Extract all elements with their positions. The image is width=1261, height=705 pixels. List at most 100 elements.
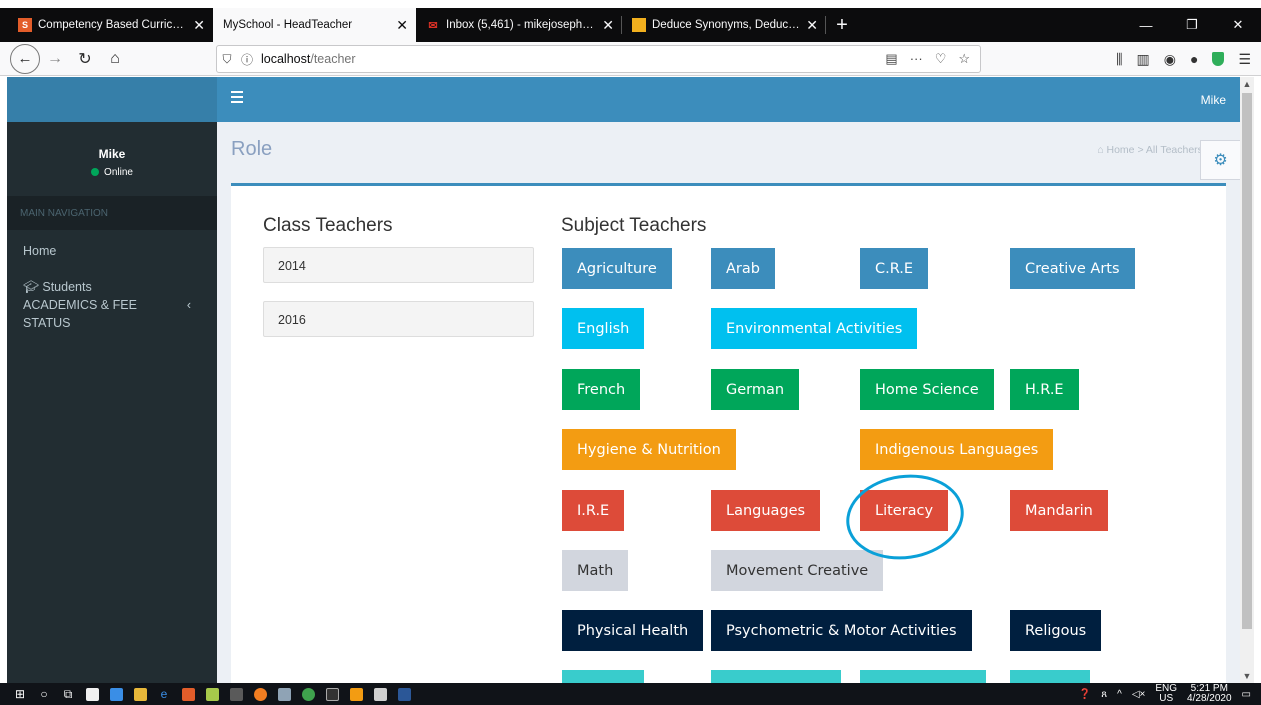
tab-myschool-headteacher[interactable]: MySchool - HeadTeacher ✕ xyxy=(213,8,416,42)
tab-competency-curriculum[interactable]: S Competency Based Curriculum ✕ xyxy=(8,8,213,42)
privacy-shield-icon[interactable] xyxy=(1212,52,1225,66)
explorer-icon[interactable] xyxy=(128,683,152,705)
account-icon[interactable]: ◉ xyxy=(1164,51,1176,68)
subject-button[interactable]: Indigenous Languages xyxy=(860,429,1054,470)
subject-button[interactable]: Languages xyxy=(711,490,821,531)
menu-icon[interactable]: ☰ xyxy=(1238,51,1251,68)
close-tab-icon[interactable]: ✕ xyxy=(806,18,818,32)
close-window-icon[interactable]: ✕ xyxy=(1215,8,1261,42)
url-path: /teacher xyxy=(310,52,356,66)
subject-button-partial[interactable] xyxy=(1010,670,1090,683)
windows-start-icon[interactable]: ⊞ xyxy=(8,683,32,705)
sidebar-toggle-icon[interactable]: ▥ xyxy=(1137,51,1150,68)
class-teachers-title: Class Teachers xyxy=(263,215,393,236)
subject-button[interactable]: C.R.E xyxy=(860,248,929,289)
store-icon[interactable] xyxy=(80,683,104,705)
url-host: localhost xyxy=(261,52,311,66)
close-tab-icon[interactable]: ✕ xyxy=(602,18,614,32)
word-icon[interactable] xyxy=(392,683,416,705)
close-tab-icon[interactable]: ✕ xyxy=(193,18,205,32)
forward-button[interactable]: → xyxy=(40,44,70,74)
back-button[interactable]: ← xyxy=(10,43,40,74)
breadcrumb-home[interactable]: Home xyxy=(1107,144,1135,156)
task-view-icon[interactable]: ⧉ xyxy=(56,683,80,705)
page-actions-icon[interactable]: ··· xyxy=(910,51,923,67)
library-icon[interactable]: ⫼ xyxy=(1116,51,1122,68)
subject-button[interactable]: Creative Arts xyxy=(1010,248,1135,289)
graduation-cap-icon: 🎓︎ xyxy=(23,280,39,294)
tab-gmail-inbox[interactable]: ✉ Inbox (5,461) - mikejosephm52 ✕ xyxy=(416,8,622,42)
bookmark-star-icon[interactable]: ☆ xyxy=(958,51,970,67)
mail-app-icon[interactable] xyxy=(104,683,128,705)
notepad-icon[interactable] xyxy=(368,683,392,705)
class-teacher-item[interactable]: 2016 xyxy=(263,301,534,337)
tab-deduce-synonyms[interactable]: Deduce Synonyms, Deduce An ✕ xyxy=(622,8,826,42)
pocket-icon[interactable]: ♡ xyxy=(935,51,947,67)
edge-icon[interactable]: e xyxy=(152,683,176,705)
subject-button[interactable]: Movement Creative xyxy=(711,550,884,591)
subject-button-partial[interactable] xyxy=(711,670,841,683)
class-teacher-item[interactable]: 2014 xyxy=(263,247,534,283)
home-button[interactable]: ⌂ xyxy=(100,44,130,74)
sidebar-logo-area xyxy=(7,77,217,122)
chrome-icon[interactable] xyxy=(296,683,320,705)
sidebar-item-label: Home xyxy=(23,244,57,258)
site-info-icon[interactable]: ⓘ xyxy=(237,51,257,68)
subject-button[interactable]: Environmental Activities xyxy=(711,308,918,349)
subject-button[interactable]: Math xyxy=(562,550,629,591)
language-indicator[interactable]: ENG US xyxy=(1155,684,1177,704)
notifications-icon[interactable]: ▭ xyxy=(1242,689,1251,700)
header-user[interactable]: Mike xyxy=(1201,93,1226,107)
app-icon[interactable] xyxy=(200,683,224,705)
scrollbar-thumb[interactable] xyxy=(1242,93,1252,629)
subject-button[interactable]: I.R.E xyxy=(562,490,625,531)
new-tab-button[interactable]: + xyxy=(826,8,858,42)
restore-icon[interactable]: ❐ xyxy=(1169,8,1215,42)
user-status: Online xyxy=(7,167,217,178)
close-tab-icon[interactable]: ✕ xyxy=(396,18,408,32)
app-icon[interactable] xyxy=(272,683,296,705)
subject-button-partial[interactable] xyxy=(860,670,986,683)
chevron-up-icon[interactable]: ^ xyxy=(1117,689,1122,700)
reader-view-icon[interactable]: ▤ xyxy=(885,51,897,67)
subject-button[interactable]: Arab xyxy=(711,248,775,289)
cbc-favicon-icon: S xyxy=(18,18,32,32)
online-dot-icon xyxy=(91,168,100,176)
people-icon[interactable]: ጸ xyxy=(1101,689,1107,700)
subject-button[interactable]: Hygiene & Nutrition xyxy=(562,429,736,470)
subject-button[interactable]: Home Science xyxy=(860,369,994,410)
subject-button[interactable]: Physical Health xyxy=(562,610,704,651)
sidebar-item-home[interactable]: Home xyxy=(7,230,217,258)
subject-button[interactable]: H.R.E xyxy=(1010,369,1079,410)
sublime-icon[interactable] xyxy=(344,683,368,705)
sidebar-item-students[interactable]: 🎓︎ Students ACADEMICS & FEE STATUS ‹ xyxy=(7,258,217,332)
scroll-down-icon[interactable]: ▼ xyxy=(1240,671,1254,681)
clock[interactable]: 5:21 PM 4/28/2020 xyxy=(1187,684,1232,704)
reload-button[interactable]: ↻ xyxy=(70,44,100,74)
url-bar[interactable]: ⛉ ⓘ localhost/teacher ▤ ··· ♡ ☆ xyxy=(216,45,981,73)
subject-button[interactable]: Psychometric & Motor Activities xyxy=(711,610,972,651)
extension-icon[interactable]: ● xyxy=(1190,51,1198,67)
app-icon[interactable] xyxy=(224,683,248,705)
subject-button[interactable]: Religous xyxy=(1010,610,1102,651)
search-icon[interactable]: ○ xyxy=(32,683,56,705)
subject-button-partial[interactable] xyxy=(562,670,644,683)
hamburger-menu-icon[interactable] xyxy=(231,91,243,106)
minimize-icon[interactable]: — xyxy=(1123,8,1169,42)
terminal-icon[interactable] xyxy=(320,683,344,705)
subject-button[interactable]: Mandarin xyxy=(1010,490,1108,531)
settings-gear-icon[interactable]: ⚙ xyxy=(1200,140,1240,180)
app-icon[interactable] xyxy=(176,683,200,705)
scroll-up-icon[interactable]: ▲ xyxy=(1240,79,1254,89)
volume-icon[interactable]: ◁× xyxy=(1132,689,1146,700)
subject-button[interactable]: English xyxy=(562,308,645,349)
subject-button[interactable]: German xyxy=(711,369,800,410)
help-icon[interactable]: ❓ xyxy=(1079,689,1091,700)
subject-button[interactable]: French xyxy=(562,369,641,410)
page-scrollbar[interactable]: ▲ ▼ xyxy=(1240,77,1254,683)
tracking-shield-icon[interactable]: ⛉ xyxy=(217,52,237,67)
breadcrumb-all-teachers[interactable]: All Teachers xyxy=(1146,144,1203,156)
firefox-icon[interactable] xyxy=(248,683,272,705)
subject-button[interactable]: Agriculture xyxy=(562,248,672,289)
windows-taskbar: ⊞ ○ ⧉ e ❓ ጸ ^ ◁× ENG US 5:21 PM 4/28/2020 … xyxy=(0,683,1261,705)
